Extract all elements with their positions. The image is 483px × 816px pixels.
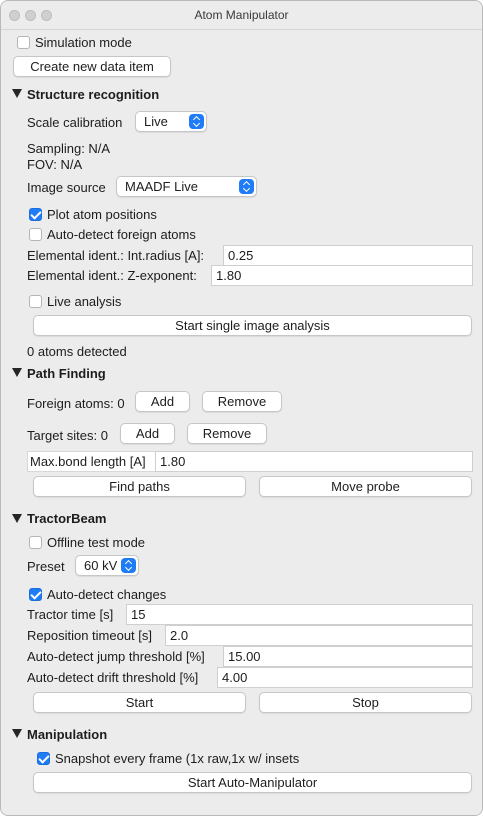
- atoms-detected-status: 0 atoms detected: [27, 344, 127, 359]
- target-remove-button[interactable]: Remove: [187, 423, 267, 444]
- stop-button[interactable]: Stop: [259, 692, 472, 713]
- structure-disclosure-icon[interactable]: [12, 89, 22, 98]
- max-bond-length-label: Max.bond length [A]: [30, 454, 146, 469]
- tractorbeam-disclosure-icon[interactable]: [12, 514, 22, 523]
- foreign-atoms-label: Foreign atoms: 0: [27, 396, 125, 411]
- plot-atom-positions-label: Plot atom positions: [47, 207, 157, 222]
- preset-label: Preset: [27, 559, 65, 574]
- tractor-time-label: Tractor time [s]: [27, 607, 114, 622]
- foreign-add-button[interactable]: Add: [135, 391, 190, 412]
- plot-atom-positions-checkbox[interactable]: [29, 208, 42, 221]
- manipulation-heading: Manipulation: [27, 727, 108, 742]
- image-source-select[interactable]: MAADF Live: [116, 176, 257, 197]
- auto-detect-foreign-checkbox[interactable]: [29, 228, 42, 241]
- start-button[interactable]: Start: [33, 692, 246, 713]
- simulation-mode-checkbox[interactable]: [17, 36, 30, 49]
- title-bar: Atom Manipulator: [1, 1, 482, 30]
- move-probe-button[interactable]: Move probe: [259, 476, 472, 497]
- snapshot-checkbox[interactable]: [37, 752, 50, 765]
- scale-calibration-select[interactable]: Live: [135, 111, 207, 132]
- reposition-timeout-label: Reposition timeout [s]: [27, 628, 153, 643]
- auto-detect-foreign-label: Auto-detect foreign atoms: [47, 227, 196, 242]
- preset-select[interactable]: 60 kV: [75, 555, 139, 576]
- z-exponent-input[interactable]: 1.80: [211, 265, 473, 286]
- target-add-button[interactable]: Add: [120, 423, 175, 444]
- fov-readout: FOV: N/A: [27, 157, 83, 172]
- path-finding-disclosure-icon[interactable]: [12, 368, 22, 377]
- app-window: Atom Manipulator Simulation mode Create …: [0, 0, 483, 816]
- panel-content: Simulation mode Create new data item Str…: [1, 30, 482, 815]
- path-finding-heading: Path Finding: [27, 366, 106, 381]
- window-title: Atom Manipulator: [194, 8, 289, 22]
- image-source-value: MAADF Live: [125, 179, 198, 194]
- snapshot-label: Snapshot every frame (1x raw,1x w/ inset…: [55, 751, 300, 766]
- preset-value: 60 kV: [84, 558, 118, 573]
- image-source-label: Image source: [27, 180, 106, 195]
- target-sites-label: Target sites: 0: [27, 428, 108, 443]
- reposition-timeout-input[interactable]: 2.0: [165, 625, 473, 646]
- jump-threshold-input[interactable]: 15.00: [223, 646, 473, 667]
- offline-test-mode-label: Offline test mode: [47, 535, 146, 550]
- offline-test-mode-checkbox[interactable]: [29, 536, 42, 549]
- auto-detect-changes-checkbox[interactable]: [29, 588, 42, 601]
- sampling-readout: Sampling: N/A: [27, 141, 111, 156]
- scale-calibration-label: Scale calibration: [27, 115, 123, 130]
- live-analysis-checkbox[interactable]: [29, 295, 42, 308]
- foreign-remove-button[interactable]: Remove: [202, 391, 282, 412]
- manipulation-disclosure-icon[interactable]: [12, 729, 22, 738]
- simulation-mode-label: Simulation mode: [35, 35, 132, 50]
- create-new-data-item-button[interactable]: Create new data item: [13, 56, 171, 77]
- drift-threshold-label: Auto-detect drift threshold [%]: [27, 670, 199, 685]
- int-radius-label: Elemental ident.: Int.radius [A]:: [27, 248, 205, 263]
- scale-calibration-value: Live: [144, 114, 168, 129]
- start-auto-manipulator-button[interactable]: Start Auto-Manipulator: [33, 772, 472, 793]
- find-paths-button[interactable]: Find paths: [33, 476, 246, 497]
- live-analysis-label: Live analysis: [47, 294, 122, 309]
- start-single-image-analysis-button[interactable]: Start single image analysis: [33, 315, 472, 336]
- tractorbeam-heading: TractorBeam: [27, 511, 107, 526]
- chevron-updown-icon: [239, 179, 254, 194]
- chevron-updown-icon: [189, 114, 204, 129]
- auto-detect-changes-label: Auto-detect changes: [47, 587, 167, 602]
- tractor-time-input[interactable]: 15: [126, 604, 473, 625]
- int-radius-input[interactable]: 0.25: [223, 245, 473, 266]
- z-exponent-label: Elemental ident.: Z-exponent:: [27, 268, 197, 283]
- structure-recognition-heading: Structure recognition: [27, 87, 160, 102]
- max-bond-length-input[interactable]: 1.80: [155, 451, 473, 472]
- drift-threshold-input[interactable]: 4.00: [217, 667, 473, 688]
- chevron-updown-icon: [121, 558, 136, 573]
- jump-threshold-label: Auto-detect jump threshold [%]: [27, 649, 205, 664]
